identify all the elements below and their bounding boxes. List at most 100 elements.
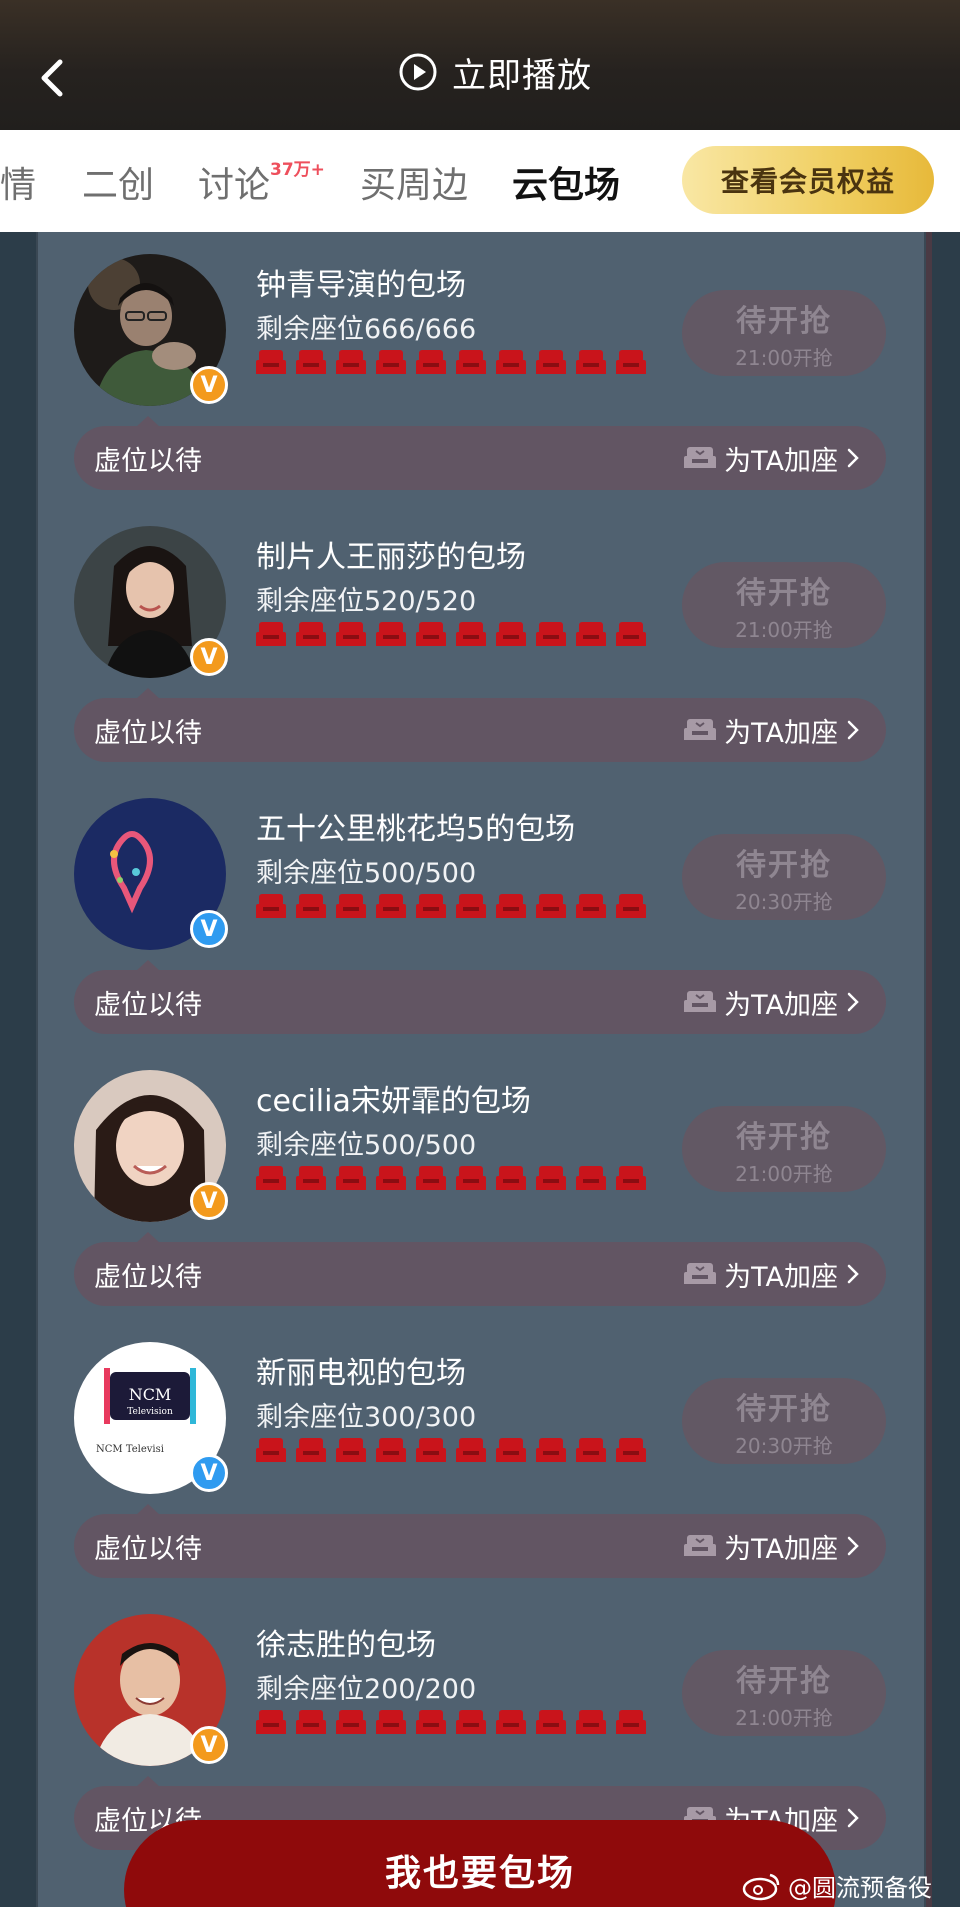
seat-icon (496, 622, 526, 646)
grab-button[interactable]: 待开抢 21:00开抢 (682, 1106, 886, 1192)
seat-icon (456, 1166, 486, 1190)
seat-icon (576, 1438, 606, 1462)
seat-icon (456, 894, 486, 918)
play-circle-icon (399, 53, 437, 91)
add-seat-bar[interactable]: 虚位以待 为TA加座 (74, 970, 886, 1034)
chevron-right-icon (847, 1264, 859, 1284)
grab-status: 待开抢 (736, 575, 832, 611)
panel-edge (926, 232, 932, 1907)
watermark: @圆流预备役 (742, 1868, 932, 1903)
back-arrow-icon[interactable] (36, 54, 72, 102)
remaining-seats: 剩余座位300/300 (256, 1402, 477, 1433)
seat-icon (456, 1438, 486, 1462)
grab-time: 21:00开抢 (735, 1705, 833, 1730)
seat-icon (576, 1710, 606, 1734)
grab-button[interactable]: 待开抢 21:00开抢 (682, 562, 886, 648)
seat-icon (576, 622, 606, 646)
chevron-right-icon (847, 1808, 859, 1828)
tab-details[interactable]: 情 (0, 156, 36, 208)
member-benefits-button[interactable]: 查看会员权益 (682, 146, 934, 214)
verified-badge-icon: V (190, 1182, 228, 1220)
chevron-right-icon (847, 448, 859, 468)
remaining-seats: 剩余座位500/500 (256, 1130, 477, 1161)
grab-button[interactable]: 待开抢 20:30开抢 (682, 834, 886, 920)
grab-time: 20:30开抢 (735, 889, 833, 914)
tab-cloud-screening[interactable]: 云包场 (512, 156, 620, 208)
play-now-button[interactable]: 立即播放 (398, 48, 592, 96)
seat-icon (616, 1438, 646, 1462)
grab-button[interactable]: 待开抢 20:30开抢 (682, 1378, 886, 1464)
seat-icon (576, 894, 606, 918)
verified-badge-icon: V (190, 638, 228, 676)
seat-icon (616, 1166, 646, 1190)
seat-icon (336, 1166, 366, 1190)
chevron-right-icon (847, 992, 859, 1012)
add-seat-link[interactable]: 为TA加座 (684, 1255, 860, 1294)
verified-badge-icon: V (190, 1454, 228, 1492)
add-seat-link[interactable]: 为TA加座 (684, 1527, 860, 1566)
seat-icon (416, 894, 446, 918)
svg-text:Television: Television (127, 1407, 173, 1417)
grab-time: 21:00开抢 (735, 345, 833, 370)
verified-badge-icon: V (190, 1726, 228, 1764)
svg-text:NCM: NCM (129, 1385, 172, 1404)
seat-icon (376, 1438, 406, 1462)
seat-row (256, 892, 646, 922)
page: 立即播放 情 二创 讨论 买周边 云包场 37万+ 查看会员权益 V 钟青导演的… (0, 0, 960, 1907)
screening-entry: V 制片人王丽莎的包场 剩余座位520/520 待开抢 21:00开抢 虚位以待… (74, 504, 886, 762)
add-seat-link[interactable]: 为TA加座 (684, 439, 860, 478)
screening-title: cecilia宋妍霏的包场 (256, 1084, 531, 1119)
seat-icon (256, 894, 286, 918)
remaining-seats: 剩余座位200/200 (256, 1674, 477, 1705)
tab-discussion[interactable]: 讨论 (198, 156, 270, 208)
seat-icon (416, 622, 446, 646)
sofa-icon (684, 1263, 717, 1284)
grab-time: 20:30开抢 (735, 1433, 833, 1458)
screening-entry: NCM Television NCM Televisi V 新丽电视的包场 剩余… (74, 1320, 886, 1578)
waiting-label: 虚位以待 (94, 717, 202, 749)
grab-button[interactable]: 待开抢 21:00开抢 (682, 1650, 886, 1736)
add-seat-bar[interactable]: 虚位以待 为TA加座 (74, 1242, 886, 1306)
waiting-label: 虚位以待 (94, 989, 202, 1021)
seat-icon (296, 1166, 326, 1190)
seat-row (256, 1708, 646, 1738)
grab-status: 待开抢 (736, 303, 832, 339)
add-seat-bar[interactable]: 虚位以待 为TA加座 (74, 698, 886, 762)
seat-icon (296, 350, 326, 374)
grab-status: 待开抢 (736, 1119, 832, 1155)
seat-icon (336, 350, 366, 374)
remaining-seats: 剩余座位520/520 (256, 586, 477, 617)
sofa-icon (684, 447, 717, 468)
chevron-right-icon (847, 720, 859, 740)
add-seat-label: 为TA加座 (724, 989, 838, 1021)
add-seat-label: 为TA加座 (724, 1261, 838, 1293)
screening-entry: V 五十公里桃花坞5的包场 剩余座位500/500 待开抢 20:30开抢 虚位… (74, 776, 886, 1034)
seat-icon (496, 894, 526, 918)
add-seat-link[interactable]: 为TA加座 (684, 711, 860, 750)
seat-icon (456, 1710, 486, 1734)
seat-icon (616, 622, 646, 646)
add-seat-bar[interactable]: 虚位以待 为TA加座 (74, 1514, 886, 1578)
seat-icon (256, 1166, 286, 1190)
seat-icon (416, 1166, 446, 1190)
add-seat-link[interactable]: 为TA加座 (684, 983, 860, 1022)
grab-time: 21:00开抢 (735, 617, 833, 642)
seat-icon (536, 1166, 566, 1190)
add-seat-bar[interactable]: 虚位以待 为TA加座 (74, 426, 886, 490)
seat-icon (536, 1438, 566, 1462)
seat-row (256, 348, 646, 378)
screening-title: 钟青导演的包场 (256, 268, 466, 303)
tab-derivative[interactable]: 二创 (82, 156, 154, 208)
seat-icon (416, 1438, 446, 1462)
tab-merch[interactable]: 买周边 (360, 156, 468, 208)
seat-icon (536, 350, 566, 374)
seat-icon (376, 350, 406, 374)
seat-row (256, 1436, 646, 1466)
svg-text:NCM Televisi: NCM Televisi (96, 1444, 164, 1455)
member-benefits-label: 查看会员权益 (720, 165, 895, 198)
sofa-icon (684, 1535, 717, 1556)
grab-button[interactable]: 待开抢 21:00开抢 (682, 290, 886, 376)
book-screening-button[interactable]: 我也要包场 (124, 1820, 836, 1907)
grab-status: 待开抢 (736, 847, 832, 883)
screening-entry: V cecilia宋妍霏的包场 剩余座位500/500 待开抢 21:00开抢 … (74, 1048, 886, 1306)
